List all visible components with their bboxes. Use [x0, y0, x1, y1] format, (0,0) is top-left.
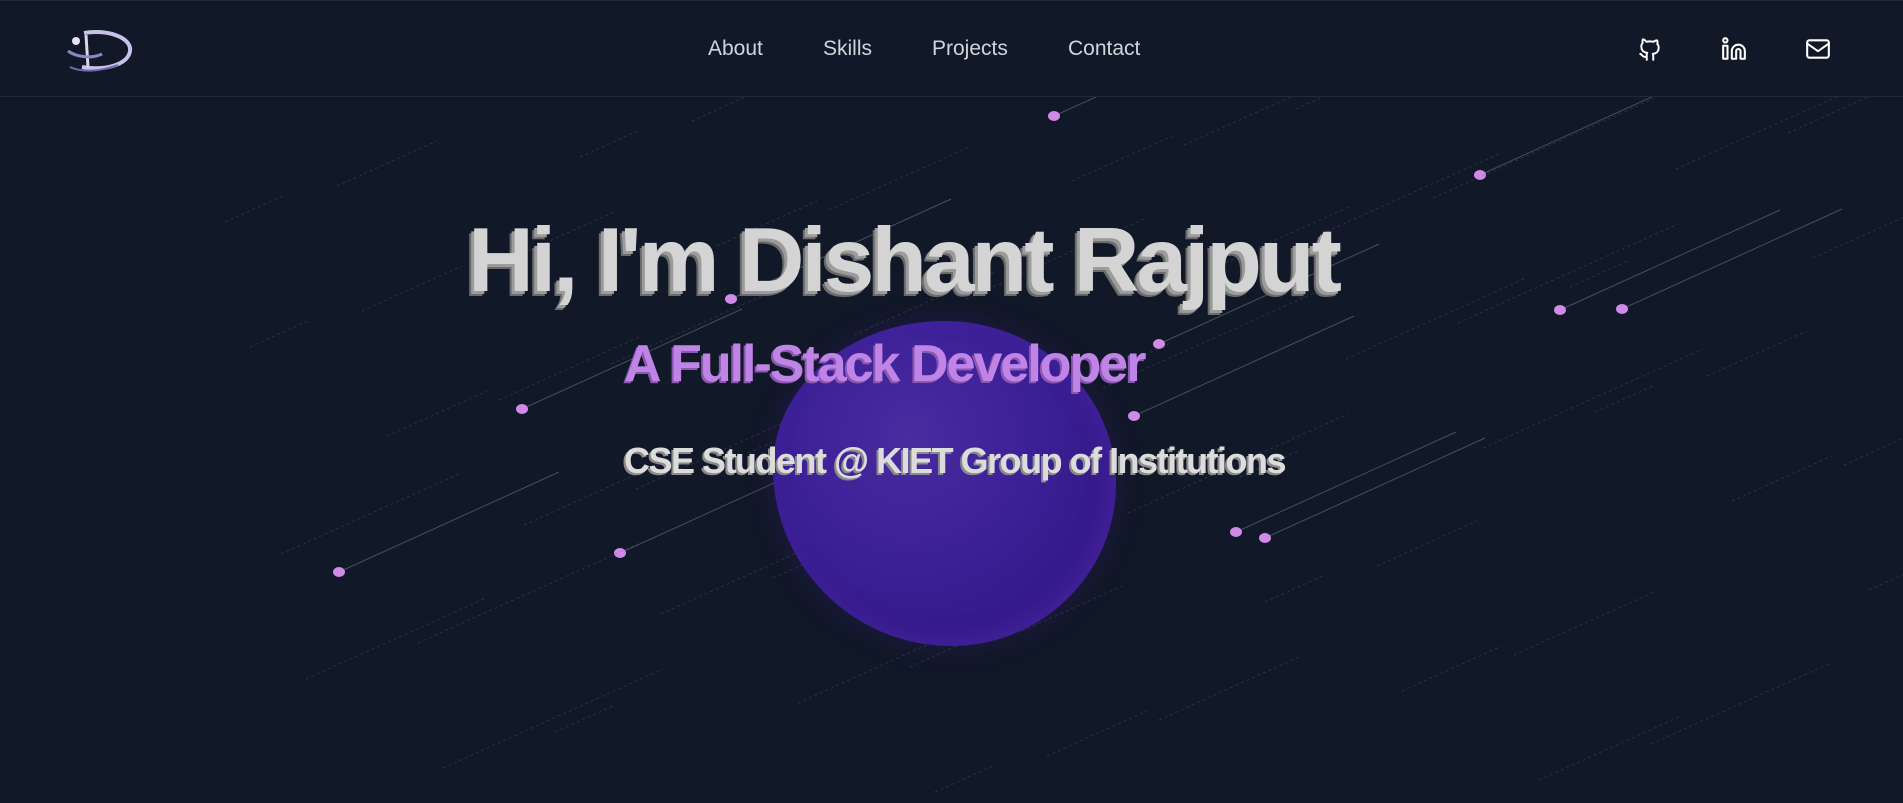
background-streak [1787, 97, 1870, 134]
background-streak [1675, 97, 1838, 170]
linkedin-link[interactable] [1721, 36, 1747, 62]
background-streak [1594, 384, 1656, 413]
hero-headline: Hi, I'm Dishant Rajput [468, 210, 1342, 311]
meteor-dot [516, 404, 528, 414]
meteor-dot [1153, 339, 1165, 349]
background-streak [417, 543, 639, 644]
background-streak [934, 764, 996, 793]
background-streak [579, 129, 641, 158]
background-streak [386, 390, 488, 437]
meteor-trail [1133, 315, 1355, 417]
meteor-dot [333, 567, 345, 577]
background-streak [1432, 98, 1654, 199]
hero-subtitle: A Full-Stack Developer [624, 335, 1146, 393]
navbar: About Skills Projects Contact [0, 0, 1903, 97]
background-streak [280, 472, 462, 555]
meteor-dot [1230, 527, 1242, 537]
mail-icon [1806, 39, 1830, 59]
nav-link-about[interactable]: About [708, 37, 763, 61]
background-streak [691, 97, 747, 122]
background-streak [305, 597, 487, 680]
background-streak [1158, 656, 1300, 721]
background-streak [1264, 574, 1326, 603]
background-streak [498, 336, 640, 401]
background-streak [1071, 135, 1173, 182]
nav-link-contact[interactable]: Contact [1068, 37, 1140, 61]
background-streak [1868, 574, 1903, 591]
meteor-trail [1053, 97, 1098, 117]
background-streak [1295, 97, 1324, 110]
background-streak [1482, 348, 1704, 449]
background-streak [1046, 710, 1148, 757]
github-icon [1639, 38, 1660, 61]
background-streak [442, 668, 664, 769]
background-streak [1376, 520, 1478, 567]
mail-link[interactable] [1805, 36, 1831, 62]
background-streak [1183, 97, 1292, 146]
meteor-trail [338, 471, 560, 573]
background-streak [1843, 437, 1903, 466]
linkedin-icon [1722, 37, 1746, 60]
d-logo-icon [67, 30, 132, 72]
background-streak [1706, 330, 1808, 377]
background-streak [1513, 591, 1655, 656]
background-streak [554, 704, 616, 733]
meteor-trail [1479, 97, 1653, 176]
meteor-trail [1264, 437, 1486, 539]
background-streak [1731, 455, 1833, 502]
meteor-dot [614, 548, 626, 558]
background-streak [1538, 716, 1680, 781]
background-streak [1401, 645, 1503, 692]
meteor-dot [1128, 411, 1140, 421]
meteor-dot [1259, 533, 1271, 543]
background-streak [249, 319, 311, 348]
nav-link-projects[interactable]: Projects [932, 37, 1008, 61]
hero-section: Hi, I'm Dishant Rajput A Full-Stack Deve… [0, 97, 1903, 803]
background-streak [336, 140, 438, 187]
background-streak [1650, 662, 1832, 745]
meteor-dot [1048, 111, 1060, 121]
logo-link[interactable] [62, 27, 134, 73]
hero-tagline: CSE Student @ KIET Group of Institutions [624, 440, 1287, 481]
github-link[interactable] [1637, 36, 1663, 62]
nav-link-skills[interactable]: Skills [823, 37, 872, 61]
